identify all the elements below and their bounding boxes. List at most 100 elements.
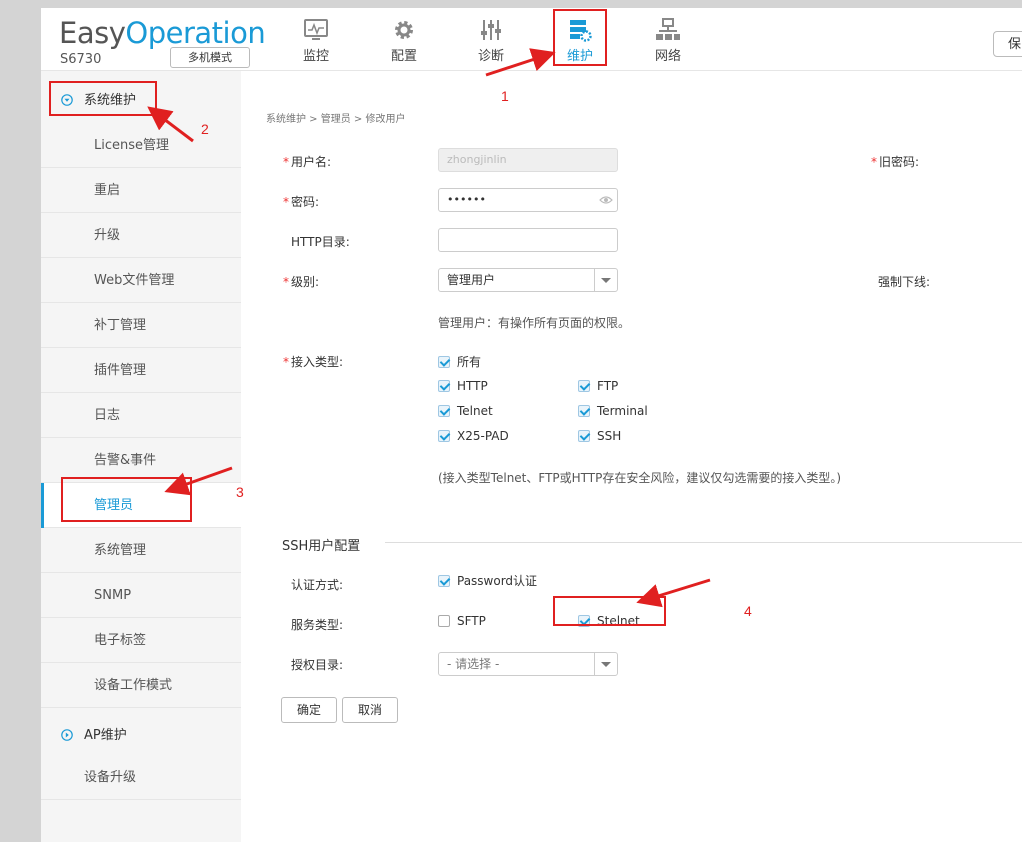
access-type-label: * 接入类型:: [283, 353, 343, 370]
required-mark: *: [283, 155, 289, 169]
checkbox-box: [438, 575, 450, 587]
sidebar-group-ap-maintenance[interactable]: AP维护: [41, 713, 241, 758]
cancel-button[interactable]: 取消: [342, 697, 398, 723]
sidebar-item-label: Web文件管理: [94, 273, 175, 288]
annotation-box-4: [553, 596, 666, 626]
force-offline-label: 强制下线:: [878, 275, 931, 289]
chevron-down-icon: [594, 653, 617, 675]
password-label: * 密码:: [283, 193, 319, 210]
sidebar-item-label: SNMP: [94, 588, 132, 603]
checkbox-box: [578, 430, 590, 442]
checkbox-label: SFTP: [457, 614, 486, 628]
top-header: EasyOperation S6730 多机模式 监控 配置 诊断 维护 网络 …: [41, 8, 1022, 71]
checkbox-label: X25-PAD: [457, 429, 509, 443]
breadcrumb: 系统维护 > 管理员 > 修改用户: [266, 114, 406, 125]
nav-diagnose[interactable]: 诊断: [461, 14, 521, 66]
password-value: ••••••: [447, 193, 486, 206]
sidebar-item-label: 设备工作模式: [94, 678, 173, 693]
sidebar-item-label: 系统管理: [94, 543, 147, 558]
sidebar-item-system-management[interactable]: 系统管理: [41, 528, 241, 573]
monitor-icon: [304, 19, 328, 40]
sidebar-item-label: 设备升级: [84, 770, 137, 785]
http-dir-label: HTTP目录:: [291, 235, 350, 249]
nav-monitor-label: 监控: [302, 49, 329, 64]
annotation-number-1: 1: [501, 88, 509, 104]
main-content: 系统维护 > 管理员 > 修改用户 * 用户名: zhongjinlin * 旧密码…: [241, 71, 1022, 842]
nav-monitor[interactable]: 监控: [286, 14, 346, 66]
checkbox-label: 所有: [457, 355, 482, 369]
required-mark: *: [871, 155, 877, 169]
diagnose-sliders-icon: [481, 20, 501, 40]
network-topology-icon: [656, 18, 680, 40]
required-mark: *: [283, 355, 289, 369]
auth-dir-label: 授权目录:: [291, 658, 344, 672]
access-type-label-text: 接入类型:: [291, 355, 344, 369]
sidebar-item-label: 升级: [94, 228, 121, 243]
multi-device-mode-button[interactable]: 多机模式: [170, 47, 250, 68]
level-hint: 管理用户：有操作所有页面的权限。: [438, 316, 631, 330]
auth-dir-select[interactable]: - 请选择 -: [438, 652, 618, 676]
logo-easy: Easy: [59, 16, 126, 50]
sidebar-item-electronic-label[interactable]: 电子标签: [41, 618, 241, 663]
password-field[interactable]: ••••••: [438, 188, 618, 212]
sidebar-item-label: 插件管理: [94, 363, 147, 378]
checkbox-label: Terminal: [597, 404, 648, 418]
username-label-text: 用户名:: [291, 155, 332, 169]
annotation-box-2: [49, 81, 157, 116]
level-label-text: 级别:: [291, 275, 320, 289]
required-mark: *: [283, 275, 289, 289]
nav-diagnose-label: 诊断: [477, 49, 504, 64]
section-divider: [385, 542, 1022, 543]
annotation-number-2: 2: [201, 121, 209, 137]
sidebar-item-label: 重启: [94, 183, 121, 198]
sidebar-item-label: 电子标签: [94, 633, 147, 648]
access-type-warning: (接入类型Telnet、FTP或HTTP存在安全风险，建议仅勾选需要的接入类型。…: [438, 471, 842, 485]
annotation-number-3: 3: [236, 484, 244, 500]
checkbox-box: [438, 405, 450, 417]
auth-dir-select-value: - 请选择 -: [447, 657, 500, 671]
nav-network[interactable]: 网络: [638, 14, 698, 66]
sidebar-item-patch[interactable]: 补丁管理: [41, 303, 241, 348]
sidebar-item-device-work-mode[interactable]: 设备工作模式: [41, 663, 241, 708]
ssh-section-title: SSH用户配置: [282, 539, 361, 554]
checkbox-label: FTP: [597, 379, 619, 393]
chevron-down-icon: [594, 269, 617, 291]
checkbox-box: [438, 380, 450, 392]
sidebar-item-device-upgrade[interactable]: 设备升级: [41, 755, 241, 800]
username-label: * 用户名:: [283, 153, 331, 170]
checkbox-box: [438, 430, 450, 442]
sidebar-item-plugin[interactable]: 插件管理: [41, 348, 241, 393]
level-select[interactable]: 管理用户: [438, 268, 618, 292]
sidebar-item-snmp[interactable]: SNMP: [41, 573, 241, 618]
save-button[interactable]: 保: [993, 31, 1022, 57]
username-field: zhongjinlin: [438, 148, 618, 172]
level-select-value: 管理用户: [447, 273, 496, 287]
checkbox-box: [578, 405, 590, 417]
service-type-label: 服务类型:: [291, 618, 344, 632]
confirm-button[interactable]: 确定: [281, 697, 337, 723]
sidebar-item-web-files[interactable]: Web文件管理: [41, 258, 241, 303]
sidebar-item-reboot[interactable]: 重启: [41, 168, 241, 213]
sidebar: 系统维护 License管理 重启 升级 Web文件管理 补丁管理 插件管理 日…: [41, 71, 241, 842]
annotation-box-3: [61, 477, 192, 522]
sidebar-item-label: 补丁管理: [94, 318, 147, 333]
level-label: * 级别:: [283, 273, 319, 290]
gear-icon: [395, 21, 413, 39]
eye-icon[interactable]: [599, 195, 613, 205]
checkbox-label: Password认证: [457, 574, 538, 588]
nav-config[interactable]: 配置: [374, 14, 434, 66]
sidebar-item-log[interactable]: 日志: [41, 393, 241, 438]
device-model: S6730: [60, 52, 102, 67]
sidebar-item-label: 日志: [94, 408, 121, 423]
old-password-label: * 旧密码:: [871, 153, 919, 170]
app-window: EasyOperation S6730 多机模式 监控 配置 诊断 维护 网络 …: [41, 8, 1022, 842]
http-dir-input[interactable]: [438, 228, 618, 252]
sidebar-group-label: AP维护: [84, 728, 127, 743]
sidebar-item-upgrade[interactable]: 升级: [41, 213, 241, 258]
checkbox-label: SSH: [597, 429, 622, 443]
checkbox-box: [438, 615, 450, 627]
required-mark: *: [283, 195, 289, 209]
nav-network-label: 网络: [654, 49, 681, 64]
sidebar-item-license[interactable]: License管理: [41, 123, 241, 168]
password-label-text: 密码:: [291, 195, 320, 209]
